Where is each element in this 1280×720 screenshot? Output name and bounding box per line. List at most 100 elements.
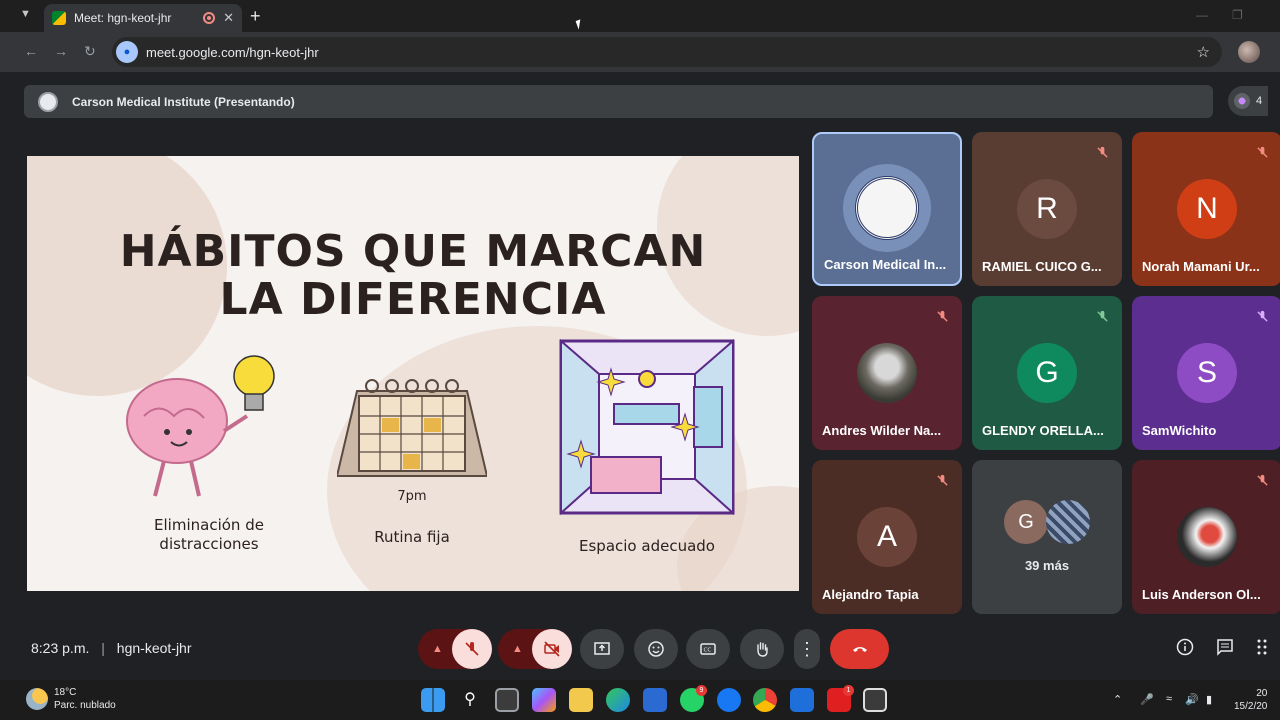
more-vert-icon: ⋮ [798, 639, 816, 659]
slide-title-line2: LA DIFERENCIA [219, 274, 607, 325]
participant-name: RAMIEL CUICO G... [982, 259, 1102, 274]
participant-tile[interactable]: S SamWichito [1132, 296, 1280, 450]
presenting-label: Carson Medical Institute (Presentando) [72, 94, 295, 109]
avatar: G [1004, 500, 1048, 544]
whatsapp-icon[interactable]: 9 [680, 685, 707, 712]
mic-in-use-icon[interactable]: ● [116, 41, 138, 63]
facebook-icon[interactable] [717, 688, 741, 712]
more-options-button[interactable]: ⋮ [794, 629, 820, 669]
tab-list-chevron-icon[interactable]: ▼ [20, 8, 31, 20]
leave-call-button[interactable] [830, 629, 889, 669]
start-windows-icon[interactable] [421, 688, 445, 712]
maximize-window-icon[interactable]: ❐ [1232, 8, 1243, 22]
mic-off-icon [465, 642, 479, 656]
address-bar[interactable]: ● meet.google.com/hgn-keot-jhr ☆ [112, 37, 1222, 67]
recording-indicator-icon [203, 12, 216, 24]
participant-name: SamWichito [1142, 423, 1217, 438]
caption-distracciones: Eliminación de distracciones [154, 516, 264, 553]
clock-date: 15/2/20 [1234, 701, 1268, 712]
chrome-icon[interactable] [753, 688, 777, 712]
more-participants-label: 39 más [1024, 558, 1070, 573]
camera-toggle-button[interactable] [532, 629, 572, 669]
search-icon[interactable]: ⚲ [458, 688, 482, 712]
app-l-icon[interactable]: 1 [827, 685, 854, 712]
participant-tile[interactable]: A Alejandro Tapia [812, 460, 962, 614]
windows-taskbar: 18°C Parc. nublado ⚲ 9 1 ⌃ 🎤 ≈ 🔊 ▮ 20 15… [0, 680, 1280, 720]
participants-button[interactable]: 4 [1228, 86, 1268, 116]
participant-name: Carson Medical In... [824, 257, 947, 272]
bookmark-star-icon[interactable]: ☆ [1197, 43, 1210, 61]
store-icon[interactable] [643, 688, 667, 712]
reactions-button[interactable] [634, 629, 678, 669]
avatar: S [1177, 343, 1237, 403]
closed-captions-icon: CC [700, 643, 716, 655]
mic-options-chevron-icon[interactable]: ▲ [432, 643, 443, 655]
raise-hand-button[interactable] [740, 629, 784, 669]
participant-tile[interactable]: Andres Wilder Na... [812, 296, 962, 450]
participant-name: Alejandro Tapia [822, 587, 919, 602]
edge-browser-icon[interactable] [606, 688, 630, 712]
reload-icon[interactable]: ↻ [84, 43, 96, 60]
presentation-banner[interactable]: Carson Medical Institute (Presentando) [24, 85, 1213, 118]
task-view-icon[interactable] [495, 688, 519, 712]
svg-text:CC: CC [704, 648, 712, 654]
participant-tile[interactable]: Luis Anderson Ol... [1132, 460, 1280, 614]
meeting-controls-bar: 8:23 p.m. | hgn-keot-jhr ▲ ▲ CC ⋮ [0, 622, 1280, 677]
muted-mic-icon [930, 468, 954, 492]
microphone-in-use-icon[interactable]: 🎤 [1140, 693, 1154, 706]
partly-cloudy-icon [26, 688, 48, 710]
separator: | [101, 640, 105, 656]
people-icon [1234, 93, 1250, 109]
cmi-logo-avatar [843, 164, 931, 252]
weather-condition: Parc. nublado [54, 700, 116, 711]
participant-count: 4 [1256, 95, 1263, 107]
muted-mic-icon [1250, 304, 1274, 328]
participant-name: Andres Wilder Na... [822, 423, 942, 438]
participant-tile[interactable]: G GLENDY ORELLA... [972, 296, 1122, 450]
minimize-window-icon[interactable]: — [1196, 8, 1208, 22]
new-tab-button[interactable]: + [250, 6, 261, 27]
mic-control-group: ▲ [418, 629, 492, 669]
chat-icon[interactable] [1216, 638, 1234, 661]
snipping-tool-icon[interactable] [863, 688, 887, 712]
participant-tile[interactable]: N Norah Mamani Ur... [1132, 132, 1280, 286]
activities-icon[interactable] [1256, 638, 1274, 661]
volume-icon[interactable]: 🔊 [1185, 693, 1199, 706]
address-url[interactable]: meet.google.com/hgn-keot-jhr [146, 45, 319, 60]
participant-tile[interactable]: Carson Medical In... [812, 132, 962, 286]
avatar: N [1177, 179, 1237, 239]
mic-toggle-button[interactable] [452, 629, 492, 669]
file-explorer-icon[interactable] [569, 688, 593, 712]
slide-title-line1: HÁBITOS QUE MARCAN [119, 226, 707, 277]
participant-name: Norah Mamani Ur... [1142, 259, 1260, 274]
tab-title: Meet: hgn-keot-jhr [74, 11, 172, 25]
camera-options-chevron-icon[interactable]: ▲ [512, 643, 523, 655]
meeting-details-info-icon[interactable] [1176, 638, 1194, 661]
raise-hand-icon [757, 642, 768, 657]
weather-widget[interactable]: 18°C Parc. nublado [26, 686, 116, 712]
avatar: R [1017, 179, 1077, 239]
system-clock[interactable]: 20 15/2/20 [1234, 687, 1267, 713]
browser-tab-meet[interactable]: Meet: hgn-keot-jhr ✕ [44, 4, 242, 32]
meeting-info: 8:23 p.m. | hgn-keot-jhr [31, 640, 192, 656]
show-hidden-icons-chevron-icon[interactable]: ⌃ [1113, 693, 1122, 706]
participant-tile[interactable]: R RAMIEL CUICO G... [972, 132, 1122, 286]
browser-tab-strip: ▼ Meet: hgn-keot-jhr ✕ + — ❐ [0, 0, 1280, 32]
participant-name: GLENDY ORELLA... [982, 423, 1104, 438]
battery-icon[interactable]: ▮ [1206, 693, 1212, 706]
back-arrow-icon[interactable]: ← [24, 43, 38, 59]
wolf-photo-avatar [857, 343, 917, 403]
notification-badge: 1 [843, 685, 854, 696]
profile-avatar[interactable] [1238, 41, 1260, 63]
captions-button[interactable]: CC [686, 629, 730, 669]
caption-espacio: Espacio adecuado [579, 537, 715, 555]
calendar-app-icon[interactable] [790, 688, 814, 712]
copilot-icon[interactable] [532, 688, 556, 712]
avatar: G [1017, 343, 1077, 403]
forward-arrow-icon[interactable]: → [54, 43, 68, 59]
muted-mic-icon [1250, 140, 1274, 164]
more-participants-tile[interactable]: G 39 más [972, 460, 1122, 614]
close-tab-icon[interactable]: ✕ [223, 10, 234, 26]
present-screen-button[interactable] [580, 629, 624, 669]
wifi-icon[interactable]: ≈ [1166, 693, 1172, 705]
